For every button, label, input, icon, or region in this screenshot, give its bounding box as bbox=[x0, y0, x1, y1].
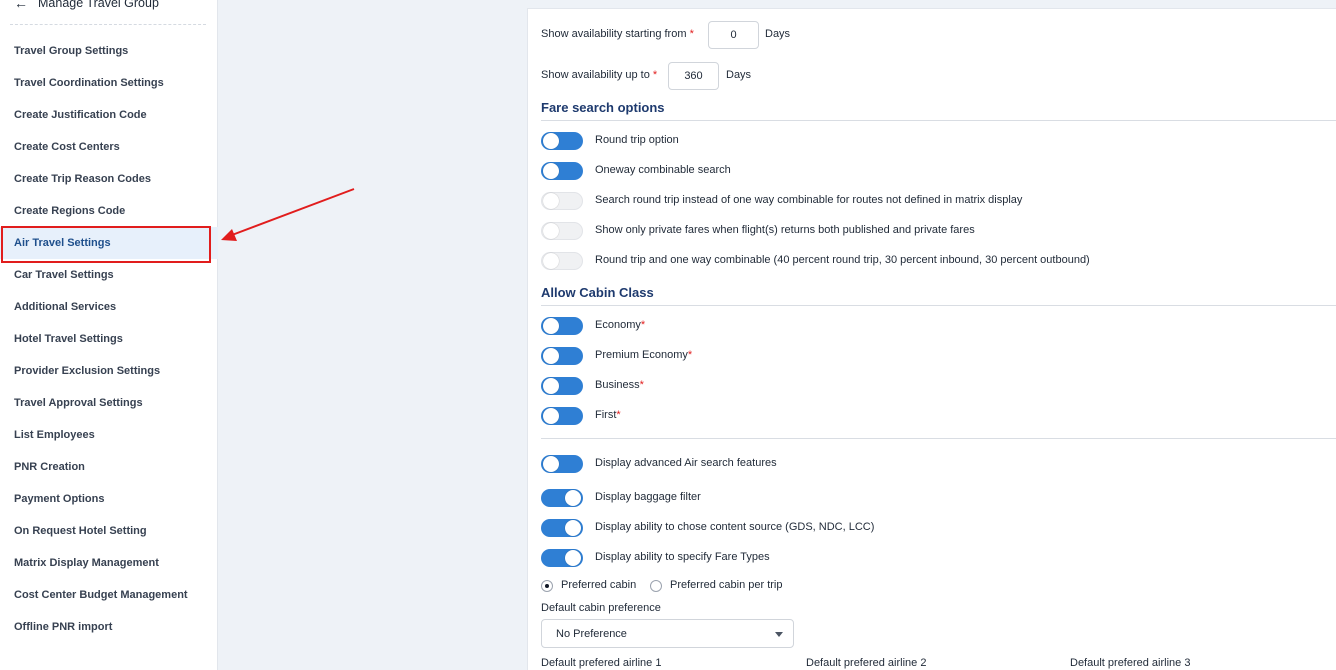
default-cabin-preference-label: Default cabin preference bbox=[541, 602, 661, 614]
availability-upto-label: Show availability up to * bbox=[541, 69, 658, 81]
sidebar-item-travel-approval-settings[interactable]: Travel Approval Settings bbox=[0, 387, 218, 419]
preferred-cabin-per-trip-label: Preferred cabin per trip bbox=[670, 579, 783, 591]
air-travel-settings-panel: Show availability starting from * 0 Days… bbox=[527, 8, 1336, 670]
first-label: First* bbox=[595, 409, 621, 421]
advanced-divider bbox=[541, 438, 1336, 439]
round-trip-option-toggle[interactable] bbox=[541, 132, 583, 150]
preferred-cabin-per-trip-radio[interactable] bbox=[650, 580, 662, 592]
preferred-cabin-radio[interactable] bbox=[541, 580, 553, 592]
fare-types-label: Display ability to specify Fare Types bbox=[595, 551, 770, 563]
business-label: Business* bbox=[595, 379, 644, 391]
content-source-label: Display ability to chose content source … bbox=[595, 521, 875, 533]
round-trip-one-way-combinable-toggle[interactable] bbox=[541, 252, 583, 270]
sidebar-item-offline-pnr-import[interactable]: Offline PNR import bbox=[0, 611, 218, 643]
content-source-toggle[interactable] bbox=[541, 519, 583, 537]
first-toggle[interactable] bbox=[541, 407, 583, 425]
default-airline-2-label: Default prefered airline 2 bbox=[806, 657, 927, 669]
availability-from-label: Show availability starting from * bbox=[541, 28, 694, 40]
oneway-combinable-label: Oneway combinable search bbox=[595, 164, 731, 176]
fare-search-title: Fare search options bbox=[541, 100, 665, 115]
business-toggle[interactable] bbox=[541, 377, 583, 395]
round-trip-option-label: Round trip option bbox=[595, 134, 679, 146]
sidebar-item-car-travel-settings[interactable]: Car Travel Settings bbox=[0, 259, 218, 291]
advanced-air-search-label: Display advanced Air search features bbox=[595, 457, 777, 469]
chevron-down-icon bbox=[775, 632, 783, 637]
round-trip-one-way-combinable-label: Round trip and one way combinable (40 pe… bbox=[595, 254, 1090, 266]
advanced-air-search-toggle[interactable] bbox=[541, 455, 583, 473]
sidebar-item-additional-services[interactable]: Additional Services bbox=[0, 291, 218, 323]
preferred-cabin-label: Preferred cabin bbox=[561, 579, 637, 591]
default-cabin-preference-select[interactable]: No Preference bbox=[541, 619, 794, 648]
private-fares-only-toggle[interactable] bbox=[541, 222, 583, 240]
oneway-combinable-toggle[interactable] bbox=[541, 162, 583, 180]
cabin-class-divider bbox=[541, 305, 1336, 306]
fare-types-toggle[interactable] bbox=[541, 549, 583, 567]
premium-economy-toggle[interactable] bbox=[541, 347, 583, 365]
cabin-class-title: Allow Cabin Class bbox=[541, 285, 654, 300]
default-airline-3-label: Default prefered airline 3 bbox=[1070, 657, 1191, 669]
availability-upto-unit: Days bbox=[726, 69, 752, 81]
premium-economy-label: Premium Economy* bbox=[595, 349, 693, 361]
default-airline-1-label: Default prefered airline 1 bbox=[541, 657, 662, 669]
baggage-filter-label: Display baggage filter bbox=[595, 491, 701, 503]
sidebar-item-pnr-creation[interactable]: PNR Creation bbox=[0, 451, 218, 483]
fare-search-divider bbox=[541, 120, 1336, 121]
sidebar-item-payment-options[interactable]: Payment Options bbox=[0, 483, 218, 515]
availability-from-input[interactable]: 0 bbox=[708, 21, 759, 49]
sidebar-item-hotel-travel-settings[interactable]: Hotel Travel Settings bbox=[0, 323, 218, 355]
availability-upto-input[interactable]: 360 bbox=[668, 62, 719, 90]
sidebar-item-on-request-hotel-setting[interactable]: On Request Hotel Setting bbox=[0, 515, 218, 547]
economy-label: Economy* bbox=[595, 319, 646, 331]
sidebar-item-list-employees[interactable]: List Employees bbox=[0, 419, 218, 451]
annotation-arrow-icon bbox=[221, 188, 355, 241]
private-fares-only-label: Show only private fares when flight(s) r… bbox=[595, 224, 975, 236]
economy-toggle[interactable] bbox=[541, 317, 583, 335]
availability-from-unit: Days bbox=[765, 28, 791, 40]
sidebar-item-matrix-display-management[interactable]: Matrix Display Management bbox=[0, 547, 218, 579]
search-round-trip-instead-label: Search round trip instead of one way com… bbox=[595, 194, 1023, 206]
sidebar-item-cost-center-budget-management[interactable]: Cost Center Budget Management bbox=[0, 579, 218, 611]
baggage-filter-toggle[interactable] bbox=[541, 489, 583, 507]
search-round-trip-instead-toggle[interactable] bbox=[541, 192, 583, 210]
sidebar-item-provider-exclusion-settings[interactable]: Provider Exclusion Settings bbox=[0, 355, 218, 387]
